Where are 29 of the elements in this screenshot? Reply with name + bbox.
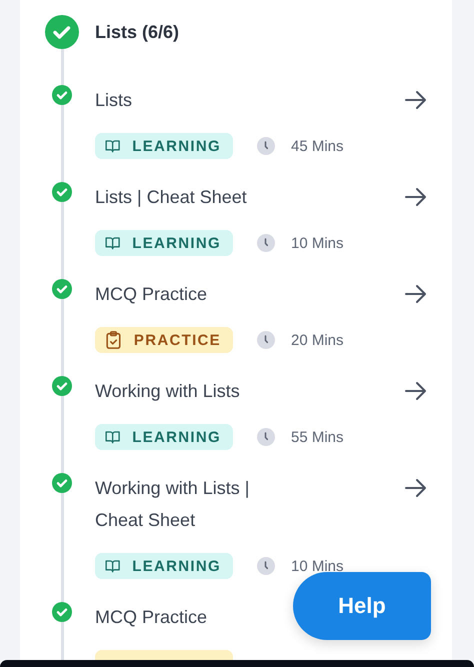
section-title: Lists (6/6) xyxy=(95,22,180,42)
lesson-title[interactable]: Working with Lists | Cheat Sheet xyxy=(95,472,280,536)
type-badge: LEARNING xyxy=(95,230,233,256)
type-badge: LEARNING xyxy=(95,553,233,579)
clock-icon xyxy=(257,234,275,252)
lesson-title[interactable]: MCQ Practice xyxy=(95,278,208,310)
clock-icon xyxy=(257,557,275,575)
clock-icon xyxy=(257,137,275,155)
type-badge: LEARNING xyxy=(95,424,233,450)
lesson-title[interactable]: MCQ Practice xyxy=(95,601,208,633)
type-badge: LEARNING xyxy=(95,133,233,159)
arrow-right-icon[interactable] xyxy=(404,476,428,500)
arrow-right-icon[interactable] xyxy=(404,88,428,112)
clock-icon xyxy=(257,331,275,349)
arrow-right-icon[interactable] xyxy=(404,282,428,306)
duration-text: 20 Mins xyxy=(291,332,344,348)
clipboard-check-icon xyxy=(105,331,122,349)
arrow-right-icon[interactable] xyxy=(404,379,428,403)
duration-text: 55 Mins xyxy=(291,428,344,446)
clock-icon xyxy=(257,428,275,446)
lesson-title[interactable]: Lists xyxy=(95,84,132,116)
arrow-right-icon[interactable] xyxy=(404,185,428,209)
lesson-title[interactable]: Working with Lists xyxy=(95,375,240,407)
lesson-title[interactable]: Lists | Cheat Sheet xyxy=(95,181,247,213)
duration-text: 10 Mins xyxy=(291,234,344,252)
duration-text: 45 Mins xyxy=(291,138,344,154)
help-button[interactable]: Help xyxy=(293,572,431,640)
type-badge: PRACTICE xyxy=(95,327,233,353)
duration-text: 10 Mins xyxy=(291,558,344,574)
